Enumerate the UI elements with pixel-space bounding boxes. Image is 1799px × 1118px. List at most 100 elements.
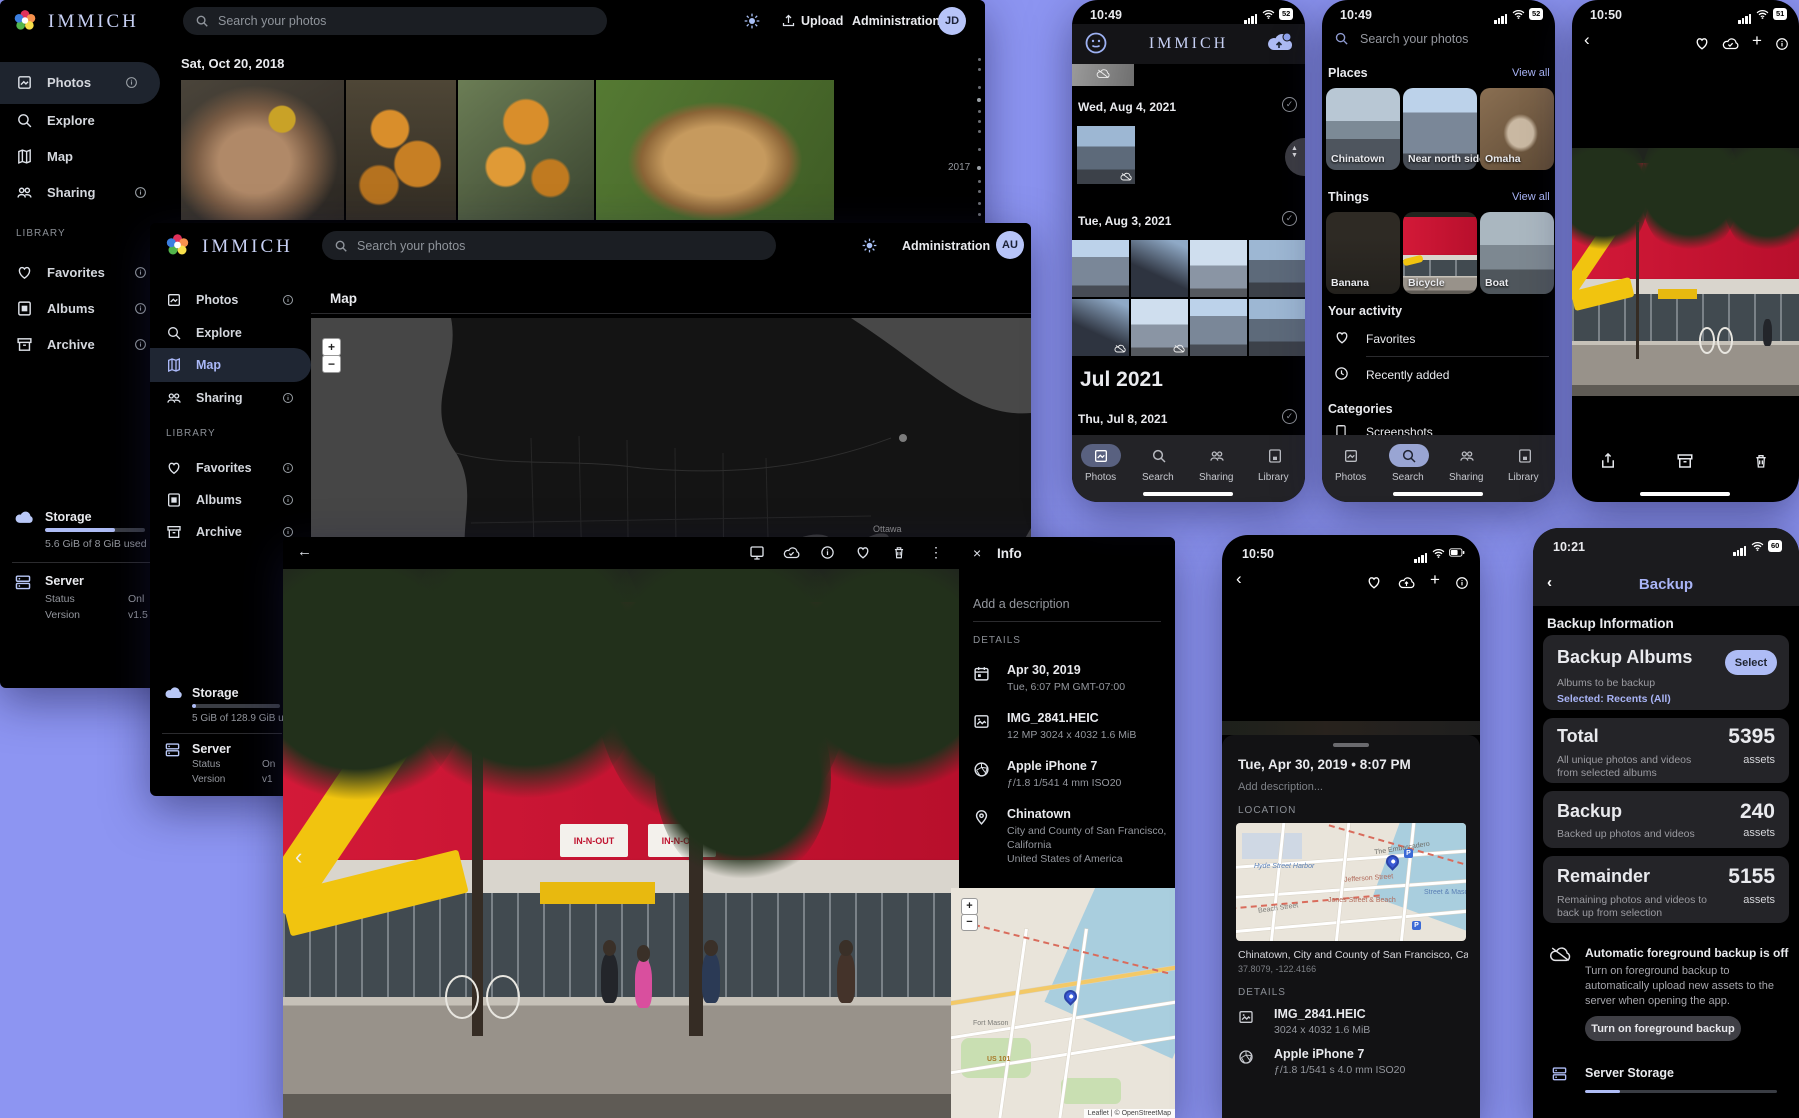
place-card-near-north-side[interactable]: Near north side [1403,88,1477,170]
photo-thumbnail[interactable] [346,80,456,220]
backup-cloud-avatar-icon[interactable] [1266,31,1292,53]
heart-icon[interactable] [855,545,871,560]
search-nav-icon[interactable] [1151,448,1167,464]
home-indicator[interactable] [1143,492,1233,496]
sidebar-item-archive[interactable]: Archive [166,524,242,540]
photo-thumbnail[interactable] [596,80,834,220]
nav-label-photos[interactable]: Photos [1085,472,1116,483]
sidebar-item-albums[interactable]: Albums [166,492,242,508]
sidebar-item-explore[interactable]: Explore [166,325,242,341]
minimap-zoom-out[interactable]: − [961,914,978,931]
thing-card-bicycle[interactable]: Bicycle [1403,212,1477,294]
info-circle-icon[interactable] [1775,37,1789,51]
back-chevron-icon[interactable]: ‹ [1236,569,1242,589]
nav-label-photos[interactable]: Photos [1335,472,1366,483]
sidebar-item-photos[interactable]: Photos [166,292,238,308]
sharing-nav-icon[interactable] [1209,448,1225,464]
photo-thumbnail[interactable] [458,80,594,220]
add-icon[interactable]: + [1752,31,1762,51]
back-chevron-icon[interactable]: ‹ [1584,30,1590,50]
close-icon[interactable]: × [973,545,981,561]
trash-icon[interactable] [892,545,906,560]
map-zoom-out-button[interactable]: − [322,355,341,373]
thing-card-boat[interactable]: Boat [1480,212,1554,294]
photo-thumbnail[interactable] [1249,299,1305,356]
slideshow-icon[interactable] [749,545,765,561]
home-indicator[interactable] [1393,492,1483,496]
photo-thumbnail[interactable] [1077,126,1135,184]
photos-nav-icon[interactable] [1343,448,1359,464]
nav-label-library[interactable]: Library [1258,472,1289,483]
thing-card-banana[interactable]: Banana [1326,212,1400,294]
turn-on-foreground-backup-button[interactable]: Turn on foreground backup [1585,1016,1741,1041]
sidebar-item-explore[interactable]: Explore [16,112,95,129]
cloud-check-icon[interactable] [1722,37,1739,50]
avatar[interactable]: JD [938,7,966,35]
detail-sheet[interactable]: Tue, Apr 30, 2019 • 8:07 PM Add descript… [1222,735,1480,1118]
sidebar-item-sharing[interactable]: Sharing [16,184,95,201]
search-input[interactable]: Search your photos [183,7,607,35]
place-card-omaha[interactable]: Omaha [1480,88,1554,170]
select-group-check-icon[interactable]: ✓ [1282,211,1297,226]
archive-icon[interactable] [1676,452,1694,470]
description-input[interactable]: Add description... [1238,781,1323,793]
add-icon[interactable]: + [1430,570,1440,590]
minimap-zoom-in[interactable]: + [961,898,978,915]
info-circle-icon[interactable] [1455,576,1469,590]
activity-recently-added[interactable]: Recently added [1366,368,1449,382]
photo-thumbnail[interactable] [1072,299,1129,356]
theme-toggle-sun-icon[interactable] [744,13,760,29]
kebab-menu-icon[interactable]: ⋮ [929,544,943,561]
search-nav-icon[interactable] [1401,448,1417,464]
select-group-check-icon[interactable]: ✓ [1282,409,1297,424]
search-input[interactable]: Search your photos [322,231,776,260]
photo-thumbnail[interactable] [1190,299,1247,356]
photo-thumbnail[interactable] [1131,299,1188,356]
sidebar-item-sharing[interactable]: Sharing [166,390,243,406]
location-map[interactable]: The Embarcadero Hyde Street Harbor Jeffe… [1236,823,1466,941]
select-group-check-icon[interactable]: ✓ [1282,97,1297,112]
photo-sliver[interactable] [1222,721,1480,735]
nav-label-library[interactable]: Library [1508,472,1539,483]
activity-favorites[interactable]: Favorites [1366,332,1415,346]
sheet-drag-handle[interactable] [1333,743,1369,747]
photo-thumbnail[interactable] [181,80,344,220]
places-view-all[interactable]: View all [1512,67,1550,79]
place-card-chinatown[interactable]: Chinatown [1326,88,1400,170]
sidebar-item-archive[interactable]: Archive [16,336,95,353]
photo-thumbnail[interactable] [1249,240,1305,297]
scrollbar-thumb[interactable]: ▲▼ [1285,138,1305,176]
heart-icon[interactable] [1366,575,1382,590]
heart-icon[interactable] [1694,36,1710,51]
photos-nav-icon[interactable] [1093,448,1109,464]
home-indicator[interactable] [1640,492,1730,496]
nav-label-sharing[interactable]: Sharing [1449,472,1483,483]
sharing-nav-icon[interactable] [1459,448,1475,464]
library-nav-icon[interactable] [1517,448,1533,464]
cloud-check-icon[interactable] [783,546,800,559]
administration-button[interactable]: Administration [902,239,990,253]
cloud-upload-icon[interactable] [1398,576,1415,589]
photo-thumbnail[interactable] [1072,64,1134,86]
nav-label-search[interactable]: Search [1392,472,1424,483]
prev-photo-chevron[interactable]: ‹ [295,844,302,870]
photo-thumbnail[interactable] [1072,240,1129,297]
sidebar-item-photos[interactable]: Photos [0,62,160,104]
photo-viewer[interactable]: IN-N-OUT IN-N-OUT ‹ [283,569,959,1118]
sidebar-item-map-selected[interactable]: Map [150,348,311,382]
photo-thumbnail[interactable] [1190,240,1247,297]
nav-label-search[interactable]: Search [1142,472,1174,483]
description-input[interactable]: Add a description [973,597,1070,611]
upload-button[interactable]: Upload [801,14,843,28]
avatar[interactable]: AU [996,231,1024,259]
library-nav-icon[interactable] [1267,448,1283,464]
share-icon[interactable] [1599,452,1617,470]
select-button[interactable]: Select [1725,650,1777,675]
location-minimap[interactable]: Fort Mason US 101 + − Leaflet | © OpenSt… [951,888,1175,1118]
search-icon[interactable] [1334,31,1349,46]
nav-label-sharing[interactable]: Sharing [1199,472,1233,483]
sidebar-item-favorites[interactable]: Favorites [166,460,252,476]
photo-viewer[interactable] [1572,148,1799,396]
theme-toggle-sun-icon[interactable] [862,238,877,253]
sidebar-item-favorites[interactable]: Favorites [16,264,105,281]
